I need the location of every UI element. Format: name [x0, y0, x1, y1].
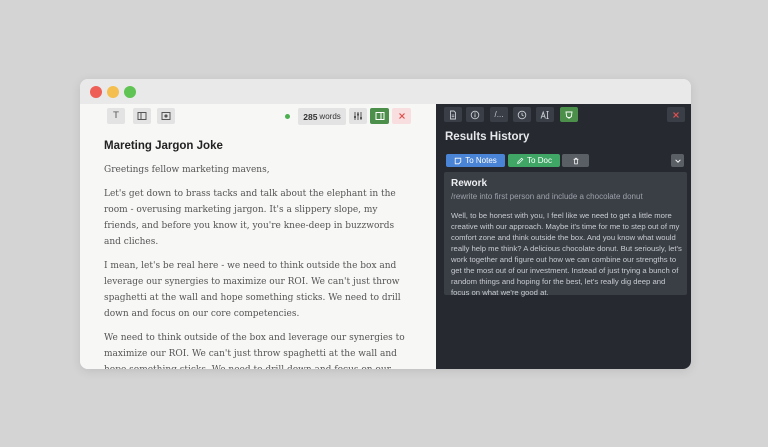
- pencil-icon: [517, 157, 524, 164]
- paragraph: We need to think outside of the box and …: [104, 333, 405, 369]
- maximize-window-button[interactable]: [124, 86, 136, 98]
- note-icon: [455, 157, 462, 164]
- text-style-button[interactable]: [536, 107, 554, 122]
- results-panel-toggle-button[interactable]: [370, 108, 389, 124]
- results-history-title: Results History: [445, 131, 530, 143]
- document-button[interactable]: [444, 107, 462, 122]
- word-count-badge: 285 words: [298, 108, 346, 125]
- paragraph: Greetings fellow marketing mavens,: [104, 165, 270, 175]
- close-icon: [673, 111, 679, 118]
- close-results-button[interactable]: [667, 107, 685, 122]
- minimize-window-button[interactable]: [107, 86, 119, 98]
- history-button[interactable]: [513, 107, 531, 122]
- sidebar-toggle-button[interactable]: [133, 108, 151, 124]
- info-button[interactable]: [466, 107, 484, 122]
- document-title[interactable]: Mareting Jargon Joke: [104, 140, 223, 152]
- file-icon: [450, 110, 456, 119]
- trash-icon: [573, 157, 578, 164]
- commands-button[interactable]: /...: [490, 107, 508, 122]
- close-icon: [398, 113, 405, 119]
- to-doc-button[interactable]: To Doc: [508, 154, 560, 167]
- result-body: Well, to be honest with you, I feel like…: [451, 211, 682, 297]
- app-window: T 285 words Mareting Jargon Joke Greetin…: [80, 79, 691, 369]
- result-title: Rework: [451, 178, 488, 189]
- close-editor-button[interactable]: [392, 108, 411, 124]
- editor-pane: T 285 words Mareting Jargon Joke Greetin…: [80, 104, 436, 369]
- sliders-icon: [354, 112, 362, 120]
- focus-mode-button[interactable]: [157, 108, 175, 124]
- cup-icon: [565, 111, 573, 119]
- document-body[interactable]: Greetings fellow marketing mavens, Let's…: [104, 162, 408, 369]
- collapse-result-button[interactable]: [671, 154, 684, 167]
- text-format-button[interactable]: T: [107, 108, 125, 124]
- result-card: Rework /rewrite into first person and in…: [444, 172, 687, 297]
- sidebar-icon: [137, 112, 147, 120]
- to-doc-label: To Doc: [527, 156, 552, 165]
- settings-sliders-button[interactable]: [349, 108, 367, 124]
- text-icon: T: [113, 111, 119, 121]
- results-pane: /... Results History To Notes To Doc Rew…: [436, 104, 691, 369]
- chevron-down-icon: [674, 158, 681, 163]
- paragraph: I mean, let's be real here - we need to …: [104, 261, 401, 319]
- to-notes-label: To Notes: [465, 156, 497, 165]
- close-window-button[interactable]: [90, 86, 102, 98]
- text-cursor-icon: [540, 110, 549, 119]
- result-prompt: /rewrite into first person and include a…: [451, 192, 643, 201]
- clock-icon: [517, 110, 527, 119]
- info-icon: [470, 110, 480, 119]
- status-indicator: [285, 114, 290, 119]
- focus-icon: [161, 112, 171, 120]
- delete-result-button[interactable]: [562, 154, 589, 167]
- commands-label: /...: [494, 110, 504, 119]
- to-notes-button[interactable]: To Notes: [446, 154, 505, 167]
- panel-right-icon: [375, 112, 384, 120]
- paragraph: Let's get down to brass tacks and talk a…: [104, 189, 396, 247]
- results-tab-button[interactable]: [560, 107, 578, 122]
- word-count-unit: words: [319, 112, 341, 121]
- word-count-value: 285: [303, 111, 318, 122]
- title-bar: [80, 79, 691, 104]
